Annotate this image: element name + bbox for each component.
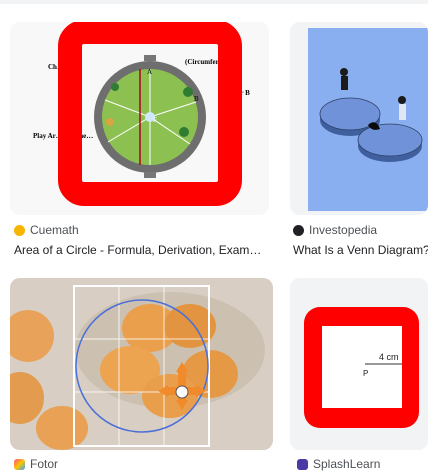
result-title[interactable]: What Is a Venn Diagram? [293, 243, 428, 257]
measurement-diagram-image: 4 cm P [290, 278, 428, 450]
result-thumbnail[interactable]: (Circumference) Ch… P… meter B Play Ar… … [10, 22, 269, 215]
result-thumbnail[interactable]: 4 cm P [290, 278, 428, 450]
result-source[interactable]: Investopedia [293, 223, 377, 237]
apricots-photo-image [10, 278, 273, 450]
source-name: SplashLearn [313, 457, 381, 471]
result-title[interactable]: Area of a Circle - Formula, Derivation, … [14, 243, 268, 257]
result-thumbnail[interactable] [10, 278, 273, 450]
label-point-a: A [147, 68, 152, 76]
result-card-cuemath[interactable]: (Circumference) Ch… P… meter B Play Ar… … [10, 22, 270, 262]
result-card-investopedia[interactable]: Investopedia What Is a Venn Diagram? [290, 22, 428, 262]
label-point-b: B [194, 95, 199, 103]
circle-diagram-image: (Circumference) Ch… P… meter B Play Ar… … [10, 22, 269, 215]
result-source[interactable]: Cuemath [14, 223, 79, 237]
cuemath-favicon-icon [14, 224, 25, 236]
investopedia-favicon-icon [293, 224, 304, 236]
scroll-edge [0, 0, 428, 4]
result-card-splashlearn[interactable]: 4 cm P SplashLearn [290, 278, 428, 473]
source-name: Cuemath [30, 223, 79, 237]
label-point-f: F [153, 116, 157, 124]
measure-label: 4 cm [379, 352, 399, 362]
result-source[interactable]: Fotor [14, 457, 58, 471]
source-name: Investopedia [309, 223, 378, 237]
venn-diagram-image [308, 28, 428, 211]
result-source[interactable]: SplashLearn [297, 457, 380, 471]
point-label: P [363, 369, 368, 378]
source-name: Fotor [30, 457, 59, 471]
result-thumbnail[interactable] [290, 22, 428, 215]
fotor-favicon-icon [14, 458, 25, 470]
splashlearn-favicon-icon [297, 458, 308, 470]
result-card-fotor[interactable]: Fotor [10, 278, 273, 473]
